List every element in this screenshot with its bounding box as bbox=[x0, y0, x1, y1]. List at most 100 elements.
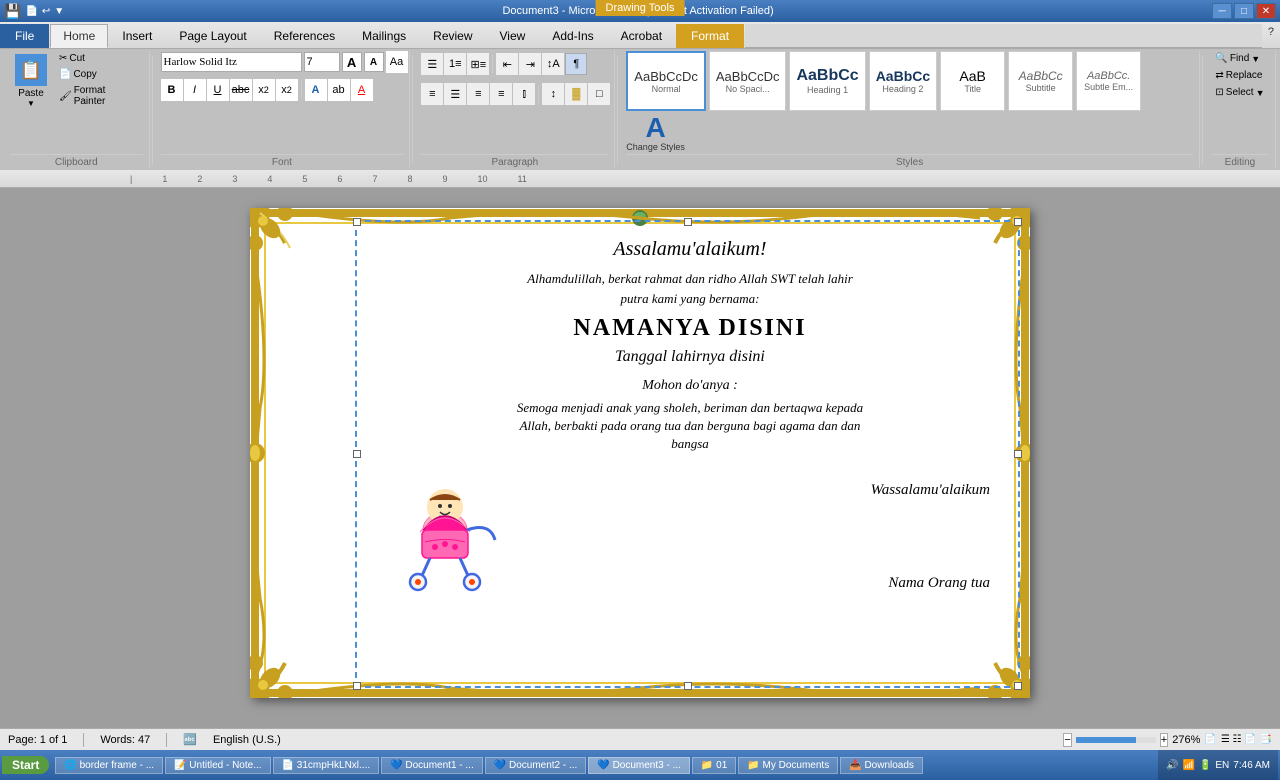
prayer2-text: Allah, berbakti pada orang tua dan bergu… bbox=[390, 418, 990, 434]
greeting-text: Assalamu'alaikum! bbox=[390, 238, 990, 261]
borders-button[interactable]: □ bbox=[588, 83, 610, 105]
find-button[interactable]: 🔍 Find ▼ bbox=[1210, 51, 1265, 66]
underline-button[interactable]: U bbox=[207, 79, 229, 101]
tab-page-layout[interactable]: Page Layout bbox=[166, 24, 259, 48]
styles-label: Styles bbox=[626, 154, 1193, 168]
taskbar-item-6[interactable]: 📁 01 bbox=[692, 757, 736, 774]
styles-group: AaBbCcDc Normal AaBbCcDc No Spaci... AaB… bbox=[620, 51, 1200, 168]
change-styles-button[interactable]: A Change Styles bbox=[626, 114, 685, 152]
tab-references[interactable]: References bbox=[261, 24, 348, 48]
ruler: | 1 2 3 4 5 6 7 8 9 10 11 bbox=[0, 170, 1280, 188]
taskbar-item-3[interactable]: 💙 Document1 - ... bbox=[381, 757, 483, 774]
clear-format-button[interactable]: Aa bbox=[386, 51, 408, 73]
tab-insert[interactable]: Insert bbox=[109, 24, 165, 48]
superscript-button[interactable]: x2 bbox=[276, 79, 298, 101]
close-button[interactable]: ✕ bbox=[1256, 3, 1276, 19]
copy-button[interactable]: 📄 Copy bbox=[54, 67, 143, 82]
shading-button[interactable]: ▓ bbox=[565, 83, 587, 105]
style-no-spacing[interactable]: AaBbCcDc No Spaci... bbox=[709, 51, 787, 111]
align-left-button[interactable]: ≡ bbox=[421, 83, 443, 105]
replace-icon: ⇄ bbox=[1215, 70, 1223, 81]
sort-button[interactable]: ↕A bbox=[542, 53, 564, 75]
bullets-button[interactable]: ☰ bbox=[421, 53, 443, 75]
tab-file[interactable]: File bbox=[0, 24, 49, 48]
justify-button[interactable]: ≡ bbox=[490, 83, 512, 105]
decrease-indent-button[interactable]: ⇤ bbox=[496, 53, 518, 75]
align-right-button[interactable]: ≡ bbox=[467, 83, 489, 105]
zoom-in-button[interactable]: + bbox=[1160, 733, 1168, 747]
format-painter-button[interactable]: 🖌 Format Painter bbox=[54, 83, 143, 109]
taskbar-item-2[interactable]: 📄 31cmpHkLNxl.... bbox=[273, 757, 380, 774]
name-text: NAMANYA DISINI bbox=[390, 315, 990, 342]
numbering-button[interactable]: 1≡ bbox=[444, 53, 466, 75]
taskbar-item-1[interactable]: 📝 Untitled - Note... bbox=[165, 757, 271, 774]
show-formatting-button[interactable]: ¶ bbox=[565, 53, 587, 75]
taskbar-item-4[interactable]: 💙 Document2 - ... bbox=[485, 757, 587, 774]
help-button[interactable]: ? bbox=[1262, 24, 1280, 48]
style-title[interactable]: AaB Title bbox=[940, 51, 1005, 111]
tab-acrobat[interactable]: Acrobat bbox=[608, 24, 675, 48]
taskbar-item-downloads[interactable]: 📥 Downloads bbox=[840, 757, 923, 774]
italic-button[interactable]: I bbox=[184, 79, 206, 101]
decrease-font-button[interactable]: A bbox=[364, 52, 384, 72]
tab-format[interactable]: Format bbox=[676, 24, 744, 48]
tab-view[interactable]: View bbox=[487, 24, 539, 48]
start-button[interactable]: Start bbox=[2, 756, 49, 774]
baby-image bbox=[390, 462, 520, 592]
style-heading1[interactable]: AaBbCc Heading 1 bbox=[789, 51, 865, 111]
ribbon: 📋 Paste ▼ ✂ Cut 📄 Copy 🖌 Format Painter bbox=[0, 49, 1280, 170]
taskbar-item-5[interactable]: 💙 Document3 - ... bbox=[588, 757, 690, 774]
font-size-input[interactable] bbox=[304, 52, 340, 72]
tab-review[interactable]: Review bbox=[420, 24, 485, 48]
taskbar-item-0[interactable]: 🌐 border frame - ... bbox=[55, 757, 163, 774]
line-spacing-button[interactable]: ↕ bbox=[542, 83, 564, 105]
status-bar: Page: 1 of 1 Words: 47 🔤 English (U.S.) … bbox=[0, 728, 1280, 750]
style-normal[interactable]: AaBbCcDc Normal bbox=[626, 51, 706, 111]
minimize-button[interactable]: ─ bbox=[1212, 3, 1232, 19]
cut-button[interactable]: ✂ Cut bbox=[54, 51, 143, 66]
paste-button[interactable]: 📋 Paste ▼ bbox=[10, 51, 52, 111]
tab-mailings[interactable]: Mailings bbox=[349, 24, 419, 48]
zoom-slider[interactable] bbox=[1076, 737, 1156, 743]
select-button[interactable]: ⊡ Select ▼ bbox=[1210, 85, 1269, 100]
taskbar-item-7[interactable]: 📁 My Documents bbox=[738, 757, 838, 774]
ribbon-tabs: File Home Insert Page Layout References … bbox=[0, 22, 1280, 49]
style-heading2[interactable]: AaBbCc Heading 2 bbox=[869, 51, 937, 111]
spell-check-icon[interactable]: 🔤 bbox=[183, 733, 197, 746]
replace-button[interactable]: ⇄ Replace bbox=[1210, 68, 1267, 83]
editing-label: Editing bbox=[1211, 154, 1269, 168]
text-highlight-button[interactable]: ab bbox=[328, 79, 350, 101]
strikethrough-button[interactable]: abc bbox=[230, 79, 252, 101]
prayer-intro: Mohon do'anya : bbox=[390, 378, 990, 394]
increase-font-button[interactable]: A bbox=[342, 52, 362, 72]
increase-indent-button[interactable]: ⇥ bbox=[519, 53, 541, 75]
subscript-button[interactable]: x2 bbox=[253, 79, 275, 101]
font-name-input[interactable] bbox=[161, 52, 302, 72]
paragraph-label: Paragraph bbox=[421, 154, 608, 168]
style-subtitle[interactable]: AaBbCc Subtitle bbox=[1008, 51, 1073, 111]
font-color-button[interactable]: A bbox=[351, 79, 373, 101]
tab-addins[interactable]: Add-Ins bbox=[539, 24, 606, 48]
style-subtle-em[interactable]: AaBbCc. Subtle Em... bbox=[1076, 51, 1141, 111]
align-center-button[interactable]: ☰ bbox=[444, 83, 466, 105]
bold-button[interactable]: B bbox=[161, 79, 183, 101]
body-line2: putra kami yang bernama: bbox=[390, 291, 990, 307]
multilevel-button[interactable]: ⊞≡ bbox=[467, 53, 489, 75]
tab-home[interactable]: Home bbox=[50, 24, 108, 48]
columns-button[interactable]: ⫾ bbox=[513, 83, 535, 105]
zoom-level: 276% bbox=[1172, 734, 1200, 746]
format-painter-icon: 🖌 bbox=[59, 91, 72, 102]
zoom-bar: − + 276% 📄 ☰ ☷ 📄 📑 bbox=[1063, 733, 1272, 747]
maximize-button[interactable]: □ bbox=[1234, 3, 1254, 19]
language-indicator[interactable]: English (U.S.) bbox=[213, 734, 281, 746]
wassalam-text: Wassalamu'alaikum bbox=[530, 482, 990, 499]
title-bar: 💾 📄 ↩ ▼ Drawing Tools Document3 - Micros… bbox=[0, 0, 1280, 22]
paste-icon: 📋 bbox=[15, 54, 47, 86]
text-effects-button[interactable]: A bbox=[305, 79, 327, 101]
zoom-out-button[interactable]: − bbox=[1063, 733, 1071, 747]
word-count: Words: 47 bbox=[100, 734, 150, 746]
drawing-tools-label: Drawing Tools bbox=[596, 0, 685, 16]
paragraph-group: ☰ 1≡ ⊞≡ ⇤ ⇥ ↕A ¶ ≡ ☰ ≡ ≡ ⫾ ↕ ▓ □ Paragra bbox=[415, 51, 615, 168]
document-area[interactable]: Assalamu'alaikum! Alhamdulillah, berkat … bbox=[0, 188, 1280, 728]
select-icon: ⊡ bbox=[1215, 87, 1223, 98]
